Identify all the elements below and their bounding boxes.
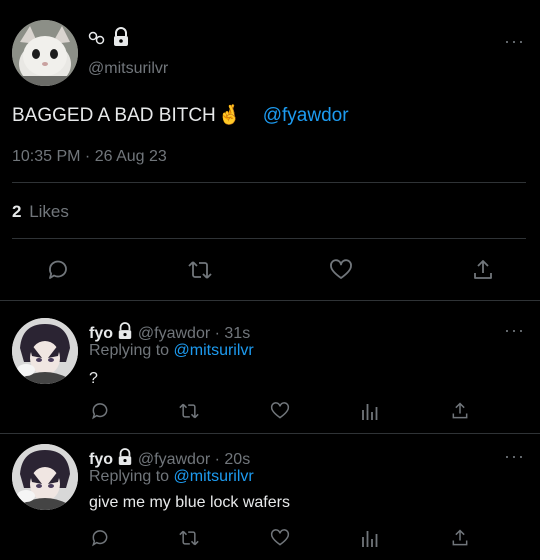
retweet-icon[interactable] (178, 527, 200, 549)
avatar[interactable] (12, 20, 78, 86)
tweet-text: BAGGED A BAD BITCH 🤞 @fyawdor (12, 103, 349, 127)
handle-time[interactable]: @fyawdor · 31s (138, 325, 250, 342)
cat-avatar-image (12, 20, 78, 86)
replying-to: Replying to @mitsurilvr (89, 342, 254, 360)
replying-to-link[interactable]: @mitsurilvr (174, 342, 254, 359)
like-icon[interactable] (269, 400, 291, 422)
retweet-icon[interactable] (178, 400, 200, 422)
reply-icon[interactable] (89, 527, 111, 549)
anime-avatar-image (12, 318, 78, 384)
mention-link[interactable]: @fyawdor (263, 105, 349, 126)
likes-count-row[interactable]: 2 Likes (12, 202, 69, 222)
replying-to: Replying to @mitsurilvr (89, 468, 254, 486)
handle-time[interactable]: @fyawdor · 20s (138, 451, 250, 468)
divider (12, 182, 526, 183)
reply-text: give me my blue lock wafers (89, 494, 290, 511)
like-icon[interactable] (327, 256, 355, 284)
replying-prefix: Replying to (89, 468, 170, 485)
reply-icon[interactable] (89, 400, 111, 422)
replying-prefix: Replying to (89, 342, 170, 359)
avatar[interactable] (12, 444, 78, 510)
likes-label: Likes (29, 202, 69, 221)
tweet-timestamp[interactable]: 10:35 PM · 26 Aug 23 (12, 148, 167, 166)
display-name[interactable]: fyo (89, 325, 113, 342)
analytics-icon[interactable] (359, 400, 381, 422)
avatar[interactable] (12, 318, 78, 384)
divider (0, 433, 540, 434)
share-icon[interactable] (449, 400, 471, 422)
user-handle[interactable]: @mitsurilvr (88, 60, 168, 78)
analytics-icon[interactable] (359, 527, 381, 549)
crossed-fingers-emoji: 🤞 (217, 105, 242, 126)
divider (0, 300, 540, 301)
reply-text: ? (89, 370, 98, 387)
share-icon[interactable] (449, 527, 471, 549)
display-name[interactable]: fyo (89, 451, 113, 468)
more-options-icon[interactable]: ··· (504, 320, 525, 341)
anime-avatar-image (12, 444, 78, 510)
reply-icon[interactable] (44, 256, 72, 284)
like-icon[interactable] (269, 527, 291, 549)
replying-to-link[interactable]: @mitsurilvr (174, 468, 254, 485)
retweet-icon[interactable] (186, 256, 214, 284)
likes-count: 2 (12, 202, 22, 221)
lock-icon (112, 27, 130, 52)
more-options-icon[interactable]: ··· (504, 31, 525, 52)
more-options-icon[interactable]: ··· (504, 446, 525, 467)
share-icon[interactable] (469, 256, 497, 284)
tweet-body: BAGGED A BAD BITCH (12, 105, 216, 126)
link-icon (88, 30, 106, 51)
divider (12, 238, 526, 239)
